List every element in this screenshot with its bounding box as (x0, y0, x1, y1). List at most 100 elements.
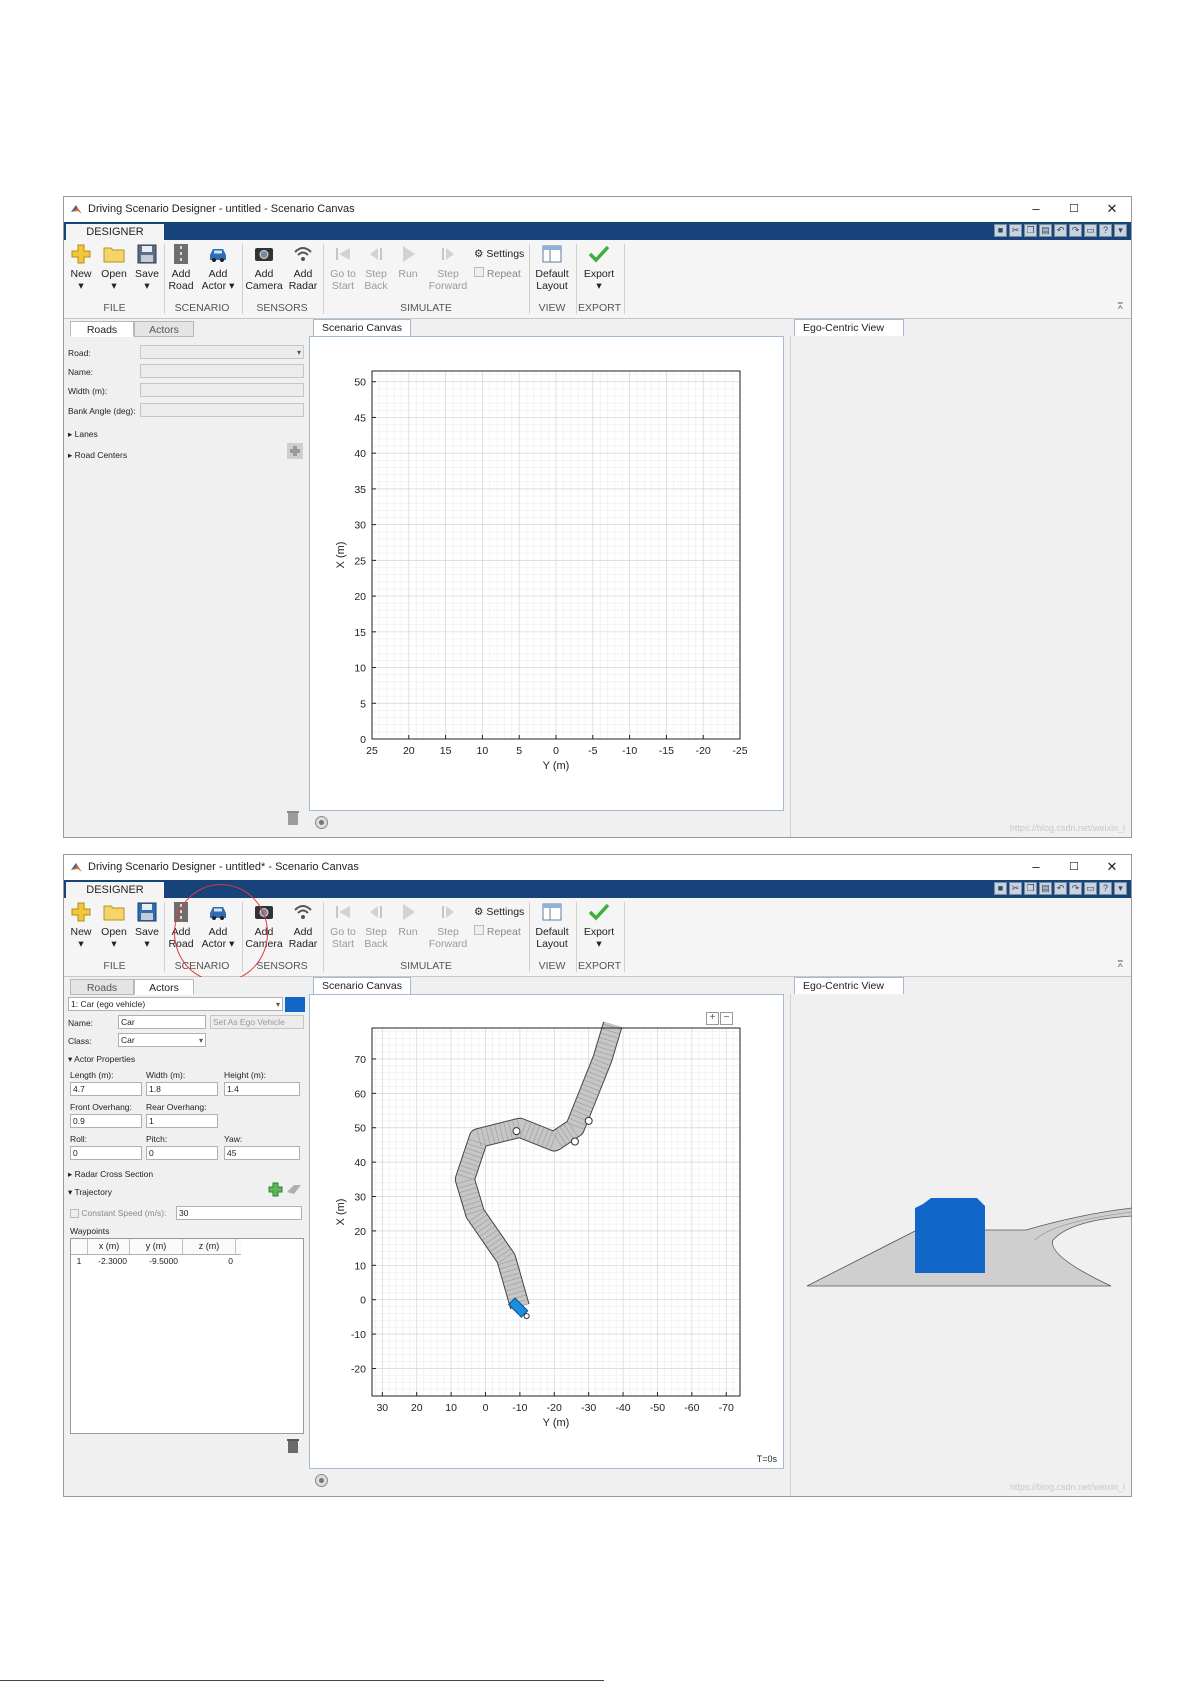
column-header-x[interactable]: x (m) (89, 1239, 130, 1254)
qat-redo-icon[interactable]: ↷ (1069, 224, 1082, 237)
zoom-in-button[interactable]: + (706, 1012, 719, 1025)
step-forward-button[interactable]: Step Forward (426, 901, 470, 950)
export-button[interactable]: Export ▾ (578, 243, 620, 292)
qat-cut-icon[interactable]: ✂ (1009, 224, 1022, 237)
export-button[interactable]: Export ▾ (578, 901, 620, 950)
scenario-canvas[interactable]: 25 20 15 10 5 0 -5 -10 -15 -20 -25 0 5 10 15 20 25 30 35 40… (309, 336, 784, 811)
ego-view-area[interactable] (790, 336, 1131, 837)
trash-icon[interactable] (285, 1438, 301, 1454)
set-as-ego-button[interactable]: Set As Ego Vehicle (210, 1015, 304, 1029)
add-actor-button[interactable]: Add Actor ▾ (198, 243, 238, 292)
pitch-field[interactable]: 0 (146, 1146, 218, 1160)
qat-menu-icon[interactable]: ▾ (1114, 882, 1127, 895)
settings-gear-icon[interactable] (315, 816, 328, 829)
go-to-start-button[interactable]: Go to Start (326, 901, 360, 950)
repeat-checkbox[interactable]: Repeat (474, 267, 521, 280)
collapse-ribbon-icon[interactable]: ⩞ (1118, 301, 1123, 312)
save-button[interactable]: Save ▾ (133, 243, 161, 292)
step-back-button[interactable]: Step Back (361, 243, 391, 292)
go-to-start-button[interactable]: Go to Start (326, 243, 360, 292)
qat-cut-icon[interactable]: ✂ (1009, 882, 1022, 895)
maximize-button[interactable]: ☐ (1055, 199, 1093, 219)
trajectory-section[interactable]: ▾ Trajectory (68, 1187, 112, 1198)
name-field[interactable]: Car (118, 1015, 206, 1029)
scenario-canvas[interactable]: 30 20 10 0 -10 -20 -30 -40 -50 -60 -70 -20 -10 0 10 20 3… (309, 994, 784, 1469)
add-road-center-icon[interactable] (287, 443, 303, 459)
waypoints-table[interactable]: x (m) y (m) z (m) 1 -2.3000 -9.5000 0 (70, 1238, 304, 1434)
yaw-field[interactable]: 45 (224, 1146, 300, 1160)
roll-field[interactable]: 0 (70, 1146, 142, 1160)
tab-ego-centric-view[interactable]: Ego-Centric View (794, 977, 904, 994)
front-overhang-field[interactable]: 0.9 (70, 1114, 142, 1128)
qat-undo-icon[interactable]: ↶ (1054, 882, 1067, 895)
settings-button[interactable]: ⚙ Settings (474, 248, 524, 260)
actor-select[interactable]: 1: Car (ego vehicle) ▾ (68, 997, 283, 1011)
open-button[interactable]: Open ▾ (99, 243, 129, 292)
qat-help-icon[interactable]: ? (1099, 224, 1112, 237)
scenario-plot[interactable]: 25 20 15 10 5 0 -5 -10 -15 -20 -250510152025303540… (310, 337, 783, 810)
settings-gear-icon[interactable] (315, 1474, 328, 1487)
column-header-y[interactable]: y (m) (130, 1239, 183, 1254)
close-button[interactable]: ✕ (1093, 199, 1131, 219)
radar-cross-section[interactable]: ▸ Radar Cross Section (68, 1169, 153, 1180)
width-field[interactable]: 1.8 (146, 1082, 218, 1096)
qat-save-icon[interactable]: ■ (994, 224, 1007, 237)
tab-designer[interactable]: DESIGNER (66, 224, 164, 240)
zoom-out-button[interactable]: − (720, 1012, 733, 1025)
height-field[interactable]: 1.4 (224, 1082, 300, 1096)
rear-overhang-field[interactable]: 1 (146, 1114, 218, 1128)
new-button[interactable]: New ▾ (68, 901, 94, 950)
close-button[interactable]: ✕ (1093, 857, 1131, 877)
qat-undo-icon[interactable]: ↶ (1054, 224, 1067, 237)
name-field[interactable] (140, 364, 304, 378)
tab-scenario-canvas[interactable]: Scenario Canvas (313, 319, 411, 336)
qat-window-icon[interactable]: ▭ (1084, 882, 1097, 895)
add-radar-button[interactable]: Add Radar (286, 243, 320, 292)
ego-view-area[interactable] (790, 994, 1132, 1496)
repeat-checkbox[interactable]: Repeat (474, 925, 521, 938)
lanes-section[interactable]: ▸ Lanes (68, 429, 98, 440)
add-waypoint-icon[interactable] (268, 1182, 283, 1197)
bank-angle-field[interactable] (140, 403, 304, 417)
class-select[interactable]: Car ▾ (118, 1033, 206, 1047)
qat-paste-icon[interactable]: ▤ (1039, 882, 1052, 895)
minimize-button[interactable]: – (1017, 857, 1055, 877)
cell-y[interactable]: -9.5000 (130, 1255, 178, 1268)
width-field[interactable] (140, 383, 304, 397)
qat-copy-icon[interactable]: ❐ (1024, 882, 1037, 895)
qat-save-icon[interactable]: ■ (994, 882, 1007, 895)
qat-redo-icon[interactable]: ↷ (1069, 882, 1082, 895)
road-centers-section[interactable]: ▸ Road Centers (68, 450, 127, 461)
add-road-button[interactable]: Add Road (166, 243, 196, 292)
checkbox-icon[interactable] (70, 1209, 79, 1219)
qat-window-icon[interactable]: ▭ (1084, 224, 1097, 237)
constant-speed-field[interactable]: 30 (176, 1206, 302, 1220)
qat-copy-icon[interactable]: ❐ (1024, 224, 1037, 237)
tab-ego-centric-view[interactable]: Ego-Centric View (794, 319, 904, 336)
step-forward-button[interactable]: Step Forward (426, 243, 470, 292)
settings-button[interactable]: ⚙ Settings (474, 906, 524, 918)
new-button[interactable]: New ▾ (68, 243, 94, 292)
eraser-icon[interactable] (286, 1183, 302, 1196)
add-radar-button[interactable]: Add Radar (286, 901, 320, 950)
tab-actors[interactable]: Actors (134, 321, 194, 337)
actor-properties-section[interactable]: ▾ Actor Properties (68, 1054, 135, 1065)
qat-menu-icon[interactable]: ▾ (1114, 224, 1127, 237)
open-button[interactable]: Open ▾ (99, 901, 129, 950)
step-back-button[interactable]: Step Back (361, 901, 391, 950)
maximize-button[interactable]: ☐ (1055, 857, 1093, 877)
scenario-plot[interactable]: 30 20 10 0 -10 -20 -30 -40 -50 -60 -70 -20 -10 0 10 20 3… (310, 995, 783, 1468)
length-field[interactable]: 4.7 (70, 1082, 142, 1096)
road-select[interactable]: ▾ (140, 345, 304, 359)
qat-paste-icon[interactable]: ▤ (1039, 224, 1052, 237)
actor-color-swatch[interactable] (285, 997, 305, 1012)
tab-actors[interactable]: Actors (134, 979, 194, 995)
tab-scenario-canvas[interactable]: Scenario Canvas (313, 977, 411, 994)
add-camera-button[interactable]: Add Camera (244, 243, 284, 292)
run-button[interactable]: Run (394, 901, 422, 938)
cell-x[interactable]: -2.3000 (89, 1255, 127, 1268)
tab-roads[interactable]: Roads (70, 979, 134, 995)
collapse-ribbon-icon[interactable]: ⩞ (1118, 959, 1123, 970)
trash-icon[interactable] (285, 810, 301, 826)
column-header-z[interactable]: z (m) (183, 1239, 236, 1254)
